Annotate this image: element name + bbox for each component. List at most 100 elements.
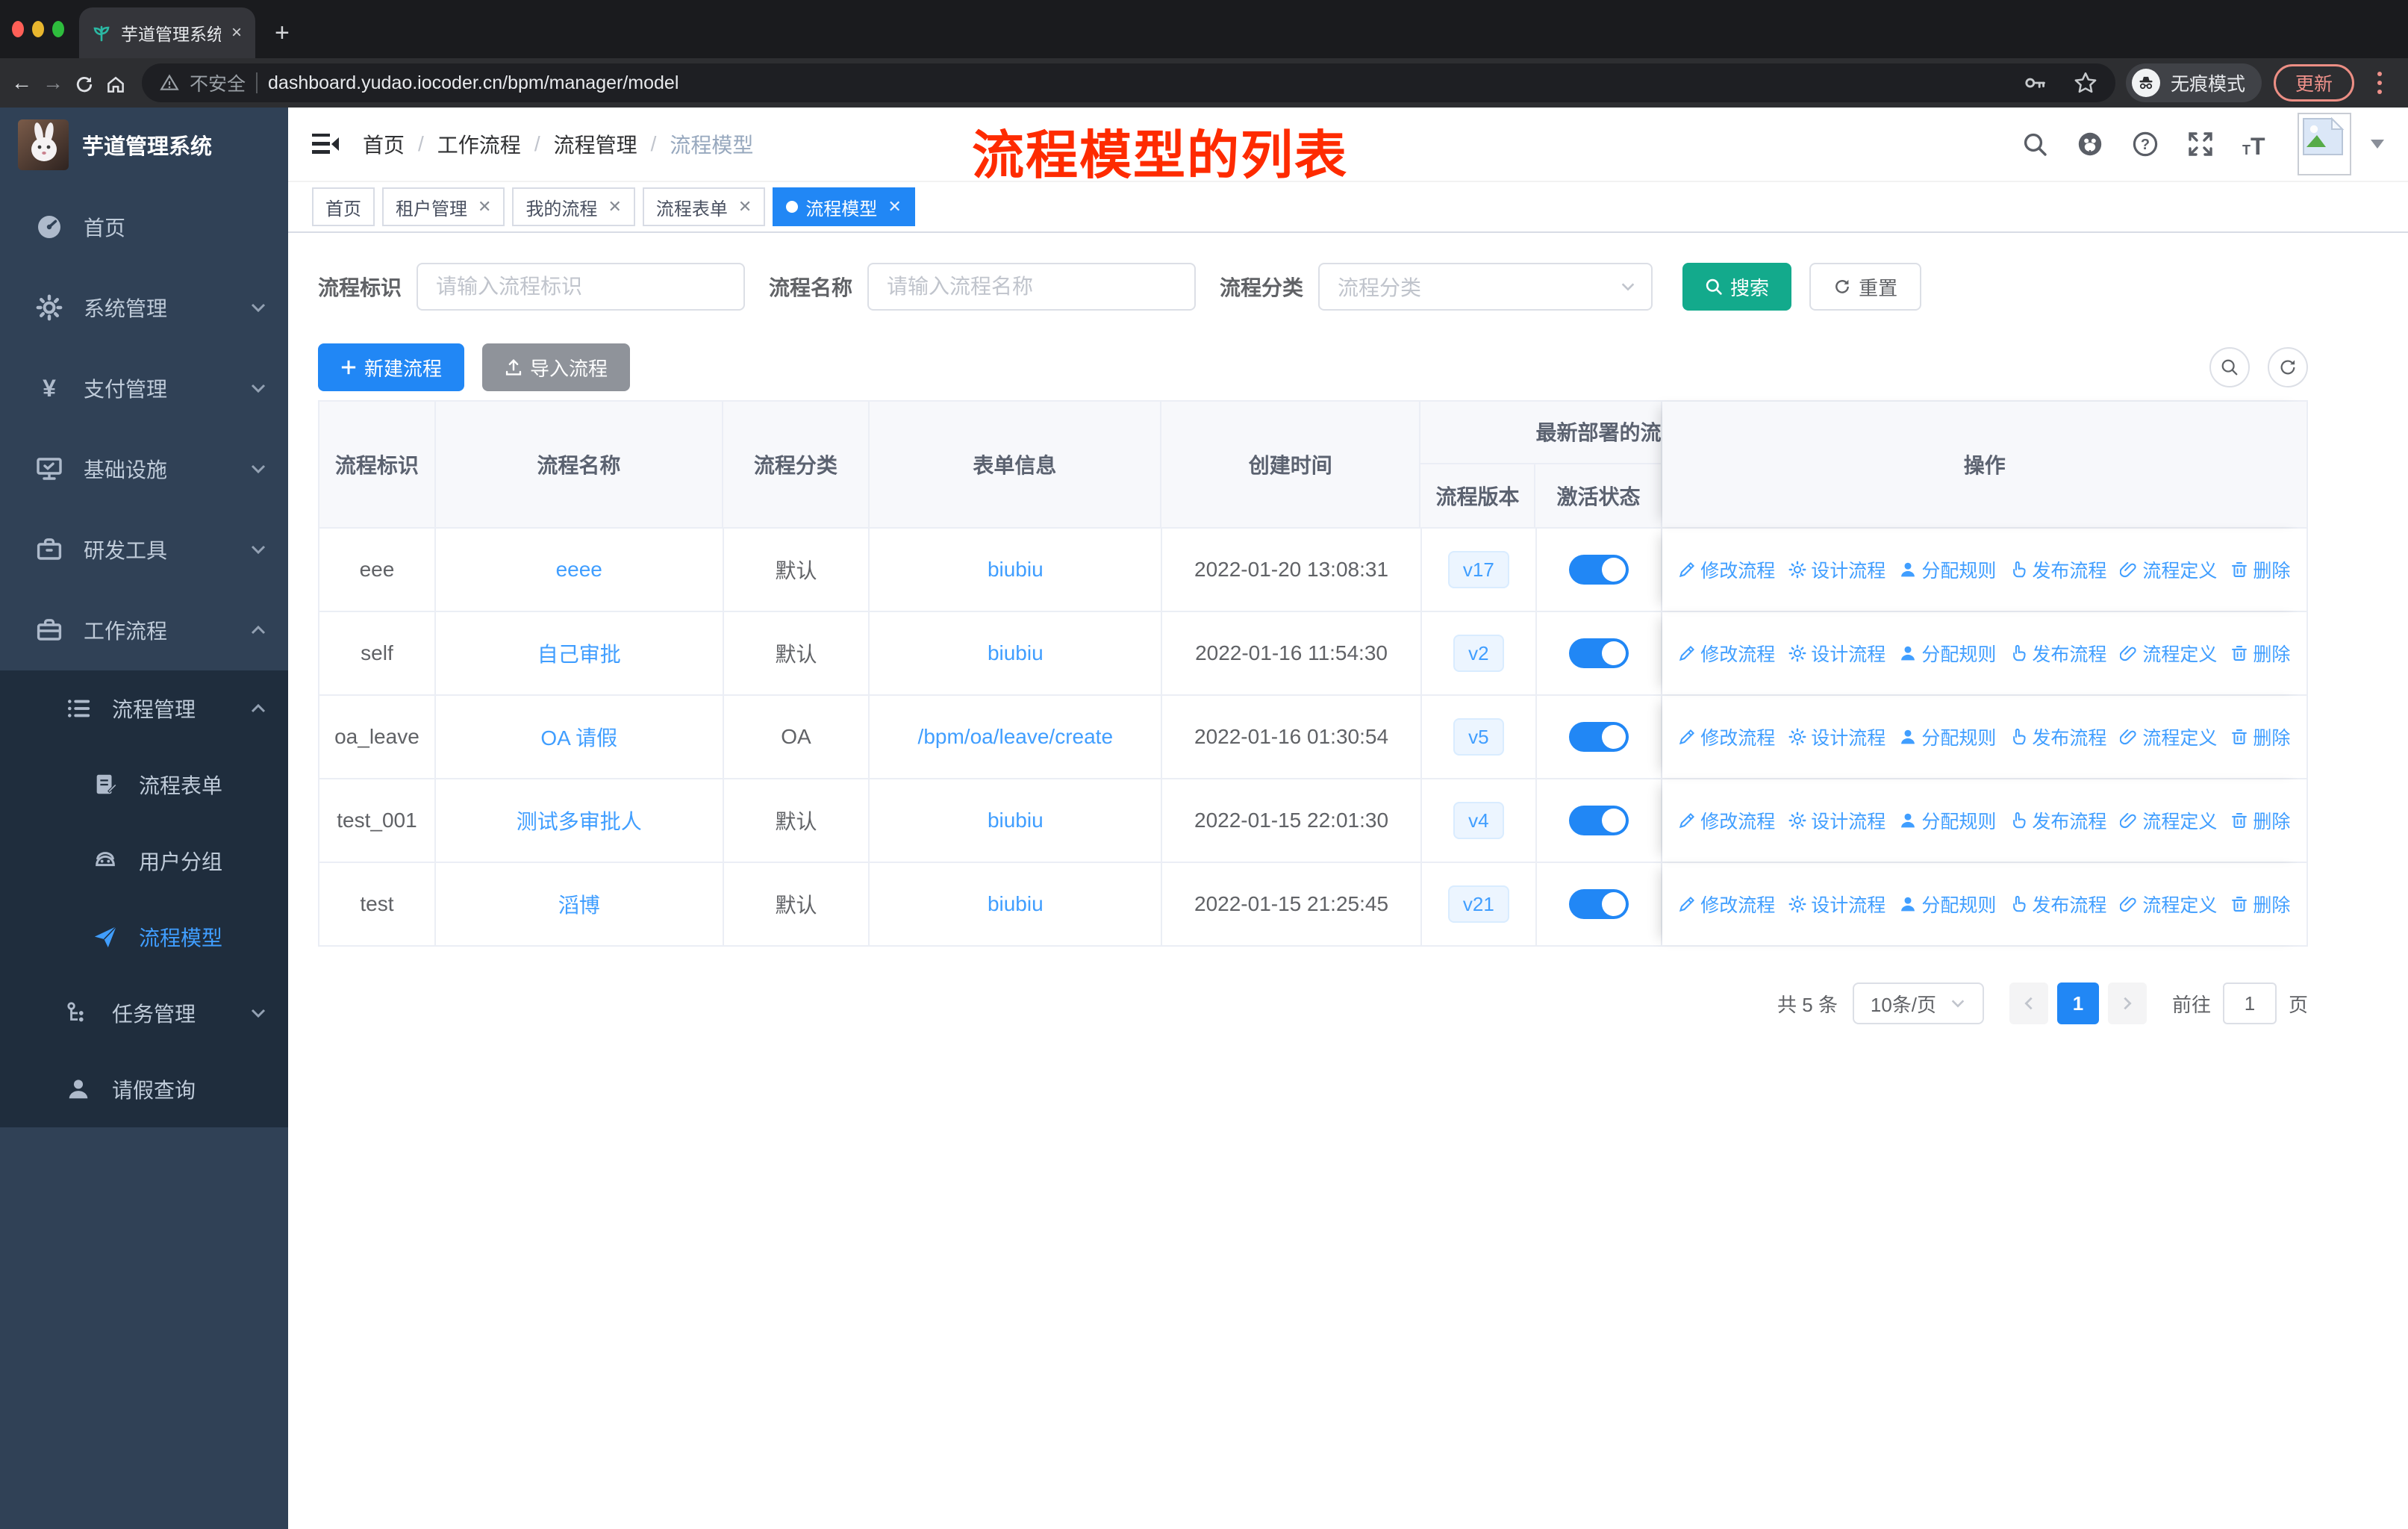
process-definition-link[interactable]: 流程定义 — [2120, 640, 2217, 667]
sidebar-item-leave-query[interactable]: 请假查询 — [0, 1051, 288, 1127]
edit-process-link[interactable]: 修改流程 — [1678, 556, 1775, 583]
edit-process-link[interactable]: 修改流程 — [1678, 723, 1775, 750]
assign-rule-link[interactable]: 分配规则 — [1899, 723, 1996, 750]
tab-my-process[interactable]: 我的流程 ✕ — [512, 187, 635, 226]
active-toggle[interactable] — [1568, 722, 1629, 752]
form-info-link[interactable]: biubiu — [988, 809, 1044, 832]
process-definition-link[interactable]: 流程定义 — [2120, 556, 2217, 583]
form-info-link[interactable]: biubiu — [988, 892, 1044, 916]
home-icon[interactable] — [100, 71, 131, 95]
tab-process-form[interactable]: 流程表单 ✕ — [642, 187, 766, 226]
process-definition-link[interactable]: 流程定义 — [2120, 891, 2217, 918]
back-icon[interactable]: ← — [6, 71, 37, 95]
form-info-link[interactable]: /bpm/oa/leave/create — [918, 725, 1114, 749]
publish-process-link[interactable]: 发布流程 — [2009, 807, 2106, 834]
sidebar-item-task-manage[interactable]: 任务管理 — [0, 975, 288, 1051]
process-name-link[interactable]: 自己审批 — [537, 638, 621, 668]
close-icon[interactable]: ✕ — [608, 197, 621, 217]
zoom-window-button[interactable] — [52, 21, 64, 37]
form-info-link[interactable]: biubiu — [988, 641, 1044, 665]
active-toggle[interactable] — [1568, 806, 1629, 835]
sidebar-item-process-model[interactable]: 流程模型 — [0, 899, 288, 975]
saved-password-key-icon[interactable] — [2023, 71, 2047, 95]
assign-rule-link[interactable]: 分配规则 — [1899, 891, 1996, 918]
tab-tenant-manage[interactable]: 租户管理 ✕ — [382, 187, 505, 226]
delete-link[interactable]: 删除 — [2230, 807, 2290, 834]
process-name-link[interactable]: 滔博 — [558, 889, 600, 919]
breadcrumb-workflow[interactable]: 工作流程 — [437, 129, 521, 159]
page-size-select[interactable]: 10条/页 — [1852, 983, 1984, 1024]
sidebar-item-system[interactable]: 系统管理 — [0, 267, 288, 348]
breadcrumb-home[interactable]: 首页 — [363, 129, 405, 159]
window-controls[interactable] — [0, 0, 79, 58]
page-number-current[interactable]: 1 — [2056, 983, 2099, 1024]
fullscreen-icon[interactable] — [2187, 131, 2214, 158]
prev-page-button[interactable] — [2009, 983, 2048, 1024]
tab-close-icon[interactable]: × — [231, 22, 242, 43]
process-name-link[interactable]: 测试多审批人 — [517, 806, 642, 835]
reset-button[interactable]: 重置 — [1809, 263, 1922, 311]
tab-home[interactable]: 首页 — [312, 187, 375, 226]
delete-link[interactable]: 删除 — [2230, 723, 2290, 750]
sidebar-item-process-manage[interactable]: 流程管理 — [0, 670, 288, 747]
publish-process-link[interactable]: 发布流程 — [2009, 640, 2106, 667]
delete-link[interactable]: 删除 — [2230, 891, 2290, 918]
search-icon[interactable] — [2021, 131, 2048, 158]
next-page-button[interactable] — [2107, 983, 2147, 1024]
tab-process-model[interactable]: 流程模型 ✕ — [773, 187, 915, 226]
publish-process-link[interactable]: 发布流程 — [2009, 891, 2106, 918]
goto-page-input[interactable] — [2222, 983, 2277, 1024]
create-process-button[interactable]: 新建流程 — [318, 343, 465, 391]
url-text[interactable]: dashboard.yudao.iocoder.cn/bpm/manager/m… — [268, 72, 679, 94]
active-toggle[interactable] — [1568, 555, 1629, 585]
close-window-button[interactable] — [12, 21, 24, 37]
sidebar-item-devtools[interactable]: 研发工具 — [0, 509, 288, 590]
sidebar-item-user-group[interactable]: 用户分组 — [0, 823, 288, 899]
form-info-link[interactable]: biubiu — [988, 558, 1044, 582]
minimize-window-button[interactable] — [32, 21, 44, 37]
show-search-toggle-button[interactable] — [2209, 347, 2250, 387]
close-icon[interactable]: ✕ — [738, 197, 752, 217]
design-process-link[interactable]: 设计流程 — [1788, 891, 1885, 918]
avatar-caret-icon[interactable] — [2371, 139, 2384, 155]
close-icon[interactable]: ✕ — [478, 197, 491, 217]
design-process-link[interactable]: 设计流程 — [1788, 556, 1885, 583]
process-name-input[interactable] — [867, 263, 1197, 311]
sidebar-item-home[interactable]: 首页 — [0, 187, 288, 267]
design-process-link[interactable]: 设计流程 — [1788, 807, 1885, 834]
browser-tab[interactable]: 芋道管理系统 × — [79, 7, 255, 58]
github-icon[interactable] — [2077, 131, 2103, 158]
new-tab-button[interactable]: + — [275, 19, 290, 48]
refresh-table-button[interactable] — [2268, 347, 2308, 387]
assign-rule-link[interactable]: 分配规则 — [1899, 807, 1996, 834]
process-category-select[interactable]: 流程分类 — [1318, 263, 1653, 311]
collapse-sidebar-icon[interactable] — [312, 132, 339, 156]
browser-menu-icon[interactable] — [2366, 72, 2393, 94]
bookmark-star-icon[interactable] — [2074, 71, 2097, 95]
security-label[interactable]: 不安全 — [190, 69, 246, 96]
publish-process-link[interactable]: 发布流程 — [2009, 556, 2106, 583]
assign-rule-link[interactable]: 分配规则 — [1899, 556, 1996, 583]
sidebar-item-process-form[interactable]: 流程表单 — [0, 747, 288, 823]
update-browser-button[interactable]: 更新 — [2273, 64, 2354, 102]
address-bar[interactable]: 不安全 dashboard.yudao.iocoder.cn/bpm/manag… — [142, 63, 2115, 102]
reload-icon[interactable] — [69, 71, 100, 95]
process-definition-link[interactable]: 流程定义 — [2120, 723, 2217, 750]
active-toggle[interactable] — [1568, 638, 1629, 668]
design-process-link[interactable]: 设计流程 — [1788, 723, 1885, 750]
search-button[interactable]: 搜索 — [1682, 263, 1792, 311]
delete-link[interactable]: 删除 — [2230, 556, 2290, 583]
edit-process-link[interactable]: 修改流程 — [1678, 807, 1775, 834]
process-name-link[interactable]: eeee — [556, 558, 602, 582]
forward-icon[interactable]: → — [37, 71, 69, 95]
process-name-link[interactable]: OA 请假 — [540, 722, 617, 752]
breadcrumb-process-manage[interactable]: 流程管理 — [554, 129, 637, 159]
sidebar-item-infra[interactable]: 基础设施 — [0, 429, 288, 509]
help-icon[interactable]: ? — [2132, 131, 2159, 158]
close-icon[interactable]: ✕ — [888, 197, 901, 217]
avatar[interactable] — [2298, 113, 2351, 175]
sidebar-item-workflow[interactable]: 工作流程 — [0, 590, 288, 670]
assign-rule-link[interactable]: 分配规则 — [1899, 640, 1996, 667]
sidebar-item-payment[interactable]: ¥ 支付管理 — [0, 348, 288, 429]
publish-process-link[interactable]: 发布流程 — [2009, 723, 2106, 750]
